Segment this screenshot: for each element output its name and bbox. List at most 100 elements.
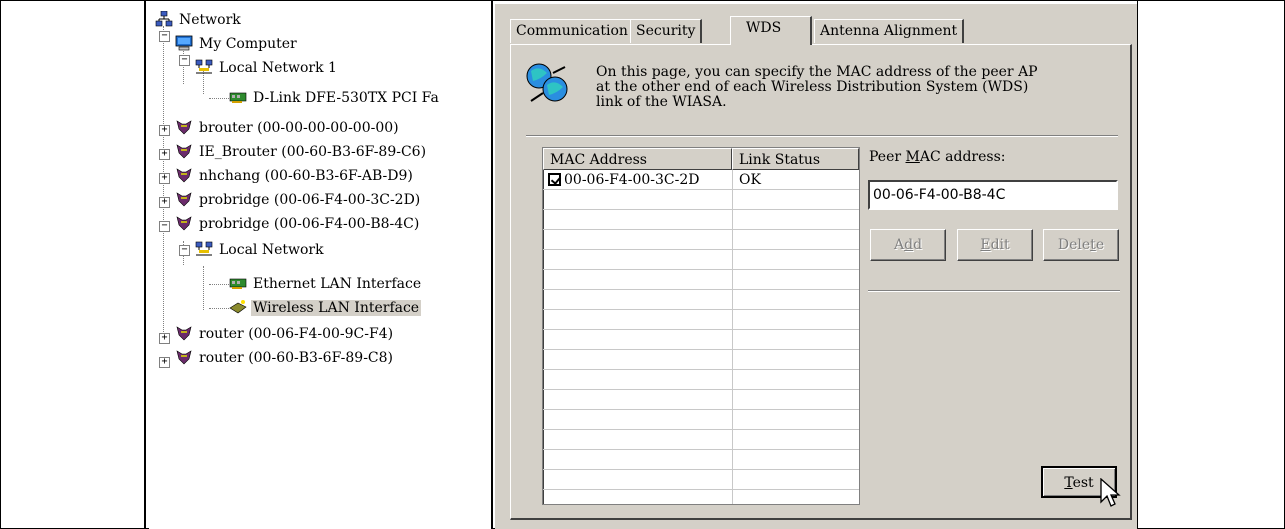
table-row [543, 190, 859, 210]
expand-toggle[interactable]: + [159, 125, 170, 136]
expand-toggle[interactable]: + [159, 149, 170, 160]
btn-accesskey: d [904, 237, 914, 253]
tree-item-local-network-1[interactable]: Local Network 1 [195, 58, 339, 78]
mouse-pointer-icon [1100, 478, 1121, 507]
expand-toggle[interactable]: + [159, 333, 170, 344]
tree-item-router-9cf4[interactable]: router (00-06-F4-00-9C-F4) [175, 324, 395, 344]
tree-item-label: Network [179, 12, 241, 28]
table-row [543, 370, 859, 390]
tree-item-label: brouter (00-00-00-00-00-00) [199, 120, 399, 136]
wds-info-text: On this page, you can specify the MAC ad… [596, 64, 1038, 110]
table-row [543, 290, 859, 310]
tab-antenna-alignment[interactable]: Antenna Alignment [814, 19, 965, 43]
tree-line [163, 26, 165, 344]
tree-item-label: probridge (00-06-F4-00-3C-2D) [199, 192, 421, 208]
btn-text: d [913, 237, 923, 253]
network-icon [155, 11, 173, 27]
btn-accesskey: E [980, 237, 991, 253]
tree-item-label: nhchang (00-60-B3-6F-AB-D9) [199, 168, 413, 184]
label-accesskey: M [905, 149, 920, 165]
tab-security[interactable]: Security [630, 19, 703, 43]
collapse-toggle[interactable]: − [179, 55, 190, 66]
button-separator [868, 290, 1120, 292]
tree-item-nhchang[interactable]: nhchang (00-60-B3-6F-AB-D9) [175, 166, 415, 186]
mac-cell: 00-06-F4-00-3C-2D [548, 171, 699, 191]
status-cell: OK [739, 172, 761, 188]
delete-button[interactable]: Delete [1043, 229, 1119, 261]
tree-item-probridge-3c2d[interactable]: probridge (00-06-F4-00-3C-2D) [175, 190, 422, 210]
btn-accesskey: T [1064, 475, 1073, 491]
device-icon [176, 192, 192, 207]
tree-item-dlink-nic[interactable]: D-Link DFE-530TX PCI Fa [229, 88, 441, 108]
tab-wds[interactable]: WDS [730, 16, 812, 45]
column-header-status[interactable]: Link Status [732, 148, 859, 170]
expand-toggle[interactable]: + [159, 357, 170, 368]
left-divider [144, 0, 146, 529]
tree-item-label: My Computer [199, 36, 297, 52]
wireless-card-icon [229, 300, 247, 314]
peer-mac-input[interactable]: 00-06-F4-00-B8-4C [868, 180, 1118, 210]
tree-line [209, 284, 229, 286]
btn-text: est [1072, 475, 1094, 491]
btn-text: A [893, 237, 905, 253]
table-row [543, 350, 859, 370]
tab-label: WDS [746, 20, 782, 36]
tree-item-ie-brouter[interactable]: IE_Brouter (00-60-B3-6F-89-C6) [175, 142, 428, 162]
tree-item-label: Local Network [219, 242, 324, 258]
expand-toggle[interactable]: + [159, 197, 170, 208]
btn-text: dit [990, 237, 1010, 253]
tree-item-local-network[interactable]: Local Network [195, 240, 326, 260]
table-row [543, 430, 859, 450]
column-header-mac[interactable]: MAC Address [543, 148, 732, 170]
tree-line [209, 98, 229, 100]
tree-item-label: D-Link DFE-530TX PCI Fa [253, 90, 439, 106]
btn-text: e [1095, 237, 1105, 253]
collapse-toggle[interactable]: − [159, 221, 170, 232]
collapse-toggle[interactable]: − [159, 31, 170, 42]
tree-item-ethernet-lan[interactable]: Ethernet LAN Interface [229, 274, 423, 294]
device-icon [176, 120, 192, 135]
tree-item-label: IE_Brouter (00-60-B3-6F-89-C6) [199, 144, 427, 160]
collapse-toggle[interactable]: − [179, 245, 190, 256]
local-network-icon [195, 59, 213, 74]
tree-item-label: router (00-06-F4-00-9C-F4) [199, 326, 394, 342]
table-row[interactable]: 00-06-F4-00-3C-2D OK [543, 170, 859, 190]
tree-item-network[interactable]: Network [155, 10, 243, 30]
table-row [543, 330, 859, 350]
expand-toggle[interactable]: + [159, 173, 170, 184]
wds-globes-icon [526, 63, 568, 102]
device-icon [176, 168, 192, 183]
label-part: AC address: [919, 149, 1006, 165]
device-icon [176, 350, 192, 365]
label-part: Peer [869, 149, 906, 165]
tree-item-label: Wireless LAN Interface [251, 300, 422, 316]
tree-item-wireless-lan[interactable]: Wireless LAN Interface [229, 298, 422, 318]
table-row [543, 250, 859, 270]
edit-button[interactable]: Edit [957, 229, 1033, 261]
btn-text: Dele [1057, 237, 1091, 253]
tree-item-brouter[interactable]: brouter (00-00-00-00-00-00) [175, 118, 401, 138]
tree-item-label: probridge (00-06-F4-00-B8-4C) [199, 216, 420, 232]
device-icon [176, 216, 192, 231]
table-row [543, 450, 859, 470]
row-checkbox[interactable] [548, 173, 561, 186]
tree-line [209, 308, 229, 310]
add-button[interactable]: Add [870, 229, 946, 261]
tree-item-probridge-b84c[interactable]: probridge (00-06-F4-00-B8-4C) [175, 214, 421, 234]
table-row [543, 410, 859, 430]
table-row [543, 310, 859, 330]
network-card-icon [229, 92, 247, 103]
computer-icon [175, 35, 193, 51]
network-card-icon [229, 278, 247, 289]
wds-link-list[interactable]: MAC Address Link Status 00-06-F4-00-3C-2… [542, 147, 860, 505]
tree-item-my-computer[interactable]: My Computer [175, 34, 299, 54]
local-network-icon [195, 241, 213, 256]
peer-mac-label: Peer MAC address: [869, 149, 1005, 165]
table-row [543, 270, 859, 290]
tree-item-label: Local Network 1 [219, 60, 337, 76]
tab-communication[interactable]: Communication [510, 19, 635, 43]
right-divider [1137, 0, 1138, 529]
network-tree[interactable]: Network − My Computer − Local Network 1 … [149, 4, 491, 529]
device-icon [176, 144, 192, 159]
tree-item-router-89c8[interactable]: router (00-60-B3-6F-89-C8) [175, 348, 395, 368]
